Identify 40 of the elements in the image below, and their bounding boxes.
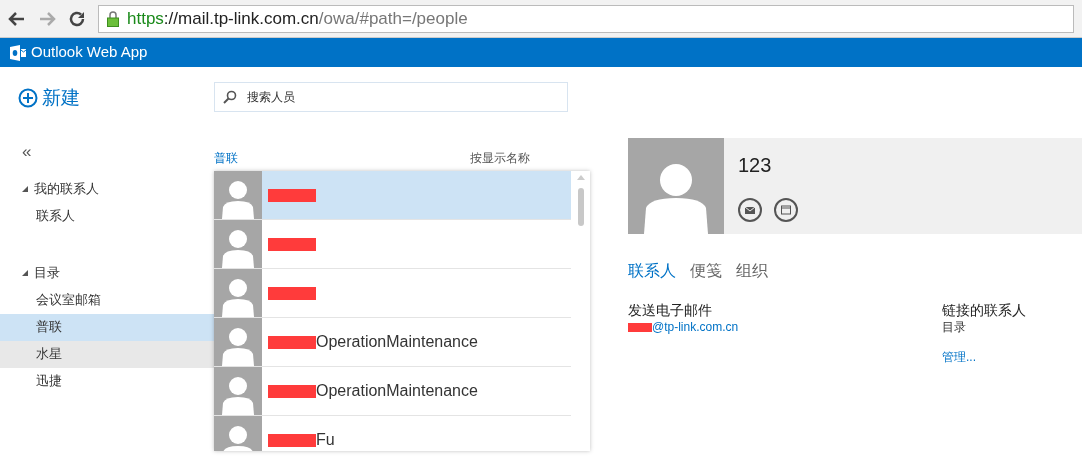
search-field[interactable]: 搜索人员 xyxy=(214,82,568,112)
folder-item[interactable]: 迅捷 xyxy=(0,367,214,395)
back-icon[interactable] xyxy=(8,10,26,27)
plus-circle-icon xyxy=(18,88,38,109)
manage-link[interactable]: 管理... xyxy=(942,348,1026,366)
folder-item[interactable]: 水星 xyxy=(0,340,214,368)
url-text: https://mail.tp-link.com.cn/owa/#path=/people xyxy=(127,7,468,30)
contact-name: Fu xyxy=(316,430,335,450)
app-title: Outlook Web App xyxy=(31,42,148,63)
scroll-thumb[interactable] xyxy=(577,188,584,226)
contact-name: OperationMaintenance xyxy=(316,332,478,352)
contact-row[interactable] xyxy=(214,171,571,220)
tree-group[interactable]: 我的联系人 xyxy=(0,175,214,203)
section-heading: 链接的联系人 xyxy=(942,301,1026,320)
email-icon[interactable] xyxy=(738,198,762,222)
folder-item[interactable]: 联系人 xyxy=(0,202,214,230)
search-icon xyxy=(223,90,237,104)
forward-icon[interactable] xyxy=(38,10,56,27)
detail-tab[interactable]: 便笺 xyxy=(690,259,722,283)
contact-name: OperationMaintenance xyxy=(316,381,478,401)
tree-group[interactable]: 目录 xyxy=(0,259,214,287)
section-heading: 发送电子邮件 xyxy=(628,301,713,320)
detail-tab[interactable]: 联系人 xyxy=(628,259,676,283)
folder-item[interactable]: 普联 xyxy=(0,313,214,341)
folder-item[interactable]: 会议室邮箱 xyxy=(0,286,214,314)
folder-title: 普联 xyxy=(214,150,238,167)
outlook-logo-icon xyxy=(10,44,26,61)
expanded-icon xyxy=(22,186,28,192)
detail-tab[interactable]: 组织 xyxy=(736,259,768,283)
calendar-icon[interactable] xyxy=(774,198,798,222)
linked-source: 目录 xyxy=(942,321,967,333)
address-bar[interactable]: https://mail.tp-link.com.cn/owa/#path=/people xyxy=(98,4,1074,33)
new-button[interactable]: 新建 xyxy=(18,84,80,113)
collapse-button[interactable]: « xyxy=(22,142,32,160)
expanded-icon xyxy=(22,270,28,276)
contact-name: 123 xyxy=(738,153,773,178)
reload-icon[interactable] xyxy=(68,9,86,28)
lock-icon xyxy=(107,10,119,27)
email-link[interactable]: @tp-link.com.cn xyxy=(652,321,739,333)
sort-button[interactable]: 按显示名称 xyxy=(470,149,530,167)
